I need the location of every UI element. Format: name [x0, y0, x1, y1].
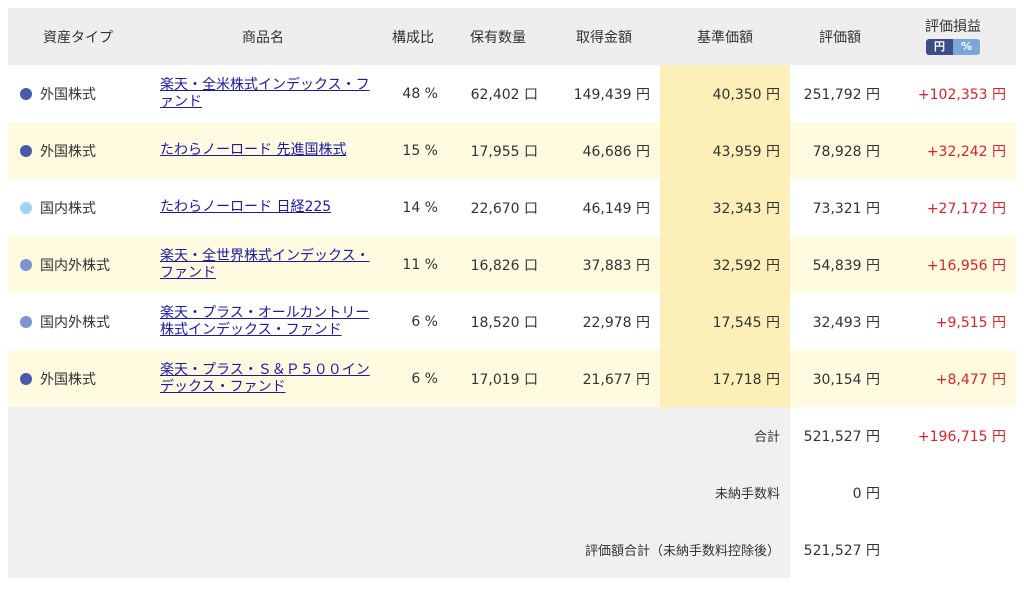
value-cell: 78,928 円 — [790, 122, 890, 179]
asset-type-cell: 国内外株式 — [8, 236, 148, 293]
asset-type-dot-icon — [20, 315, 32, 328]
asset-type-dot-icon — [20, 201, 32, 214]
col-name: 商品名 — [148, 8, 378, 65]
col-value: 評価額 — [790, 8, 890, 65]
toggle-percent-button[interactable]: % — [952, 38, 981, 55]
base-price-cell: 40,350 円 — [660, 65, 790, 122]
cost-cell: 46,149 円 — [548, 179, 660, 236]
base-price-cell: 17,718 円 — [660, 350, 790, 407]
total-pl: +196,715 円 — [890, 407, 1016, 464]
total-label: 合計 — [8, 407, 790, 464]
pl-cell: +9,515 円 — [890, 293, 1016, 350]
asset-type-label: 外国株式 — [40, 86, 96, 103]
asset-type-cell: 外国株式 — [8, 65, 148, 122]
pl-cell: +27,172 円 — [890, 179, 1016, 236]
table-header: 資産タイプ 商品名 構成比 保有数量 取得金額 基準価額 評価額 評価損益 円 … — [8, 8, 1016, 65]
ratio-cell: 11 % — [378, 236, 448, 293]
asset-type-label: 外国株式 — [40, 371, 96, 388]
fund-name-cell: 楽天・全世界株式インデックス・ファンド — [148, 236, 378, 293]
value-cell: 251,792 円 — [790, 65, 890, 122]
fund-name-link[interactable]: たわらノーロード 日経225 — [160, 199, 331, 215]
total-value: 521,527 円 — [790, 407, 890, 464]
table-row: 国内外株式 楽天・全世界株式インデックス・ファンド 11 % 16,826 口 37,8… — [8, 236, 1016, 293]
asset-type-dot-icon — [20, 372, 32, 385]
table-row: 外国株式 たわらノーロード 先進国株式 15 % 17,955 口 46,686 円 43… — [8, 122, 1016, 179]
cost-cell: 149,439 円 — [548, 65, 660, 122]
asset-type-label: 外国株式 — [40, 143, 96, 160]
toggle-yen-button[interactable]: 円 — [925, 38, 953, 55]
unpaid-fee-empty — [890, 464, 1016, 521]
cost-cell: 21,677 円 — [548, 350, 660, 407]
quantity-cell: 22,670 口 — [448, 179, 548, 236]
asset-type-dot-icon — [20, 144, 32, 157]
fund-name-cell: 楽天・全米株式インデックス・ファンド — [148, 65, 378, 122]
table-row: 国内株式 たわらノーロード 日経225 14 % 22,670 口 46,149 円 32… — [8, 179, 1016, 236]
quantity-cell: 18,520 口 — [448, 293, 548, 350]
fund-name-cell: 楽天・プラス・オールカントリー株式インデックス・ファンド — [148, 293, 378, 350]
fund-name-link[interactable]: たわらノーロード 先進国株式 — [160, 142, 346, 158]
holdings-table: 資産タイプ 商品名 構成比 保有数量 取得金額 基準価額 評価額 評価損益 円 … — [8, 8, 1016, 578]
fund-name-link[interactable]: 楽天・全米株式インデックス・ファンド — [160, 77, 370, 110]
fund-name-link[interactable]: 楽天・プラス・Ｓ＆Ｐ５００インデックス・ファンド — [160, 362, 370, 395]
base-price-cell: 17,545 円 — [660, 293, 790, 350]
col-ratio: 構成比 — [378, 8, 448, 65]
fund-name-link[interactable]: 楽天・プラス・オールカントリー株式インデックス・ファンド — [160, 305, 369, 338]
asset-type-cell: 国内外株式 — [8, 293, 148, 350]
cost-cell: 22,978 円 — [548, 293, 660, 350]
value-cell: 54,839 円 — [790, 236, 890, 293]
col-pl: 評価損益 円 % — [890, 8, 1016, 65]
ratio-cell: 6 % — [378, 293, 448, 350]
pl-unit-toggle: 円 % — [925, 38, 981, 55]
holdings-panel: 資産タイプ 商品名 構成比 保有数量 取得金額 基準価額 評価額 評価損益 円 … — [8, 8, 1016, 578]
ratio-cell: 48 % — [378, 65, 448, 122]
quantity-cell: 62,402 口 — [448, 65, 548, 122]
table-row: 国内外株式 楽天・プラス・オールカントリー株式インデックス・ファンド 6 % 18,5… — [8, 293, 1016, 350]
asset-type-cell: 国内株式 — [8, 179, 148, 236]
pl-header-label: 評価損益 — [925, 18, 981, 35]
base-price-cell: 32,592 円 — [660, 236, 790, 293]
ratio-cell: 14 % — [378, 179, 448, 236]
table-row: 外国株式 楽天・プラス・Ｓ＆Ｐ５００インデックス・ファンド 6 % 17,019 口2… — [8, 350, 1016, 407]
fund-name-cell: たわらノーロード 先進国株式 — [148, 122, 378, 179]
base-price-cell: 43,959 円 — [660, 122, 790, 179]
cost-cell: 37,883 円 — [548, 236, 660, 293]
fund-name-link[interactable]: 楽天・全世界株式インデックス・ファンド — [160, 248, 370, 281]
col-quantity: 保有数量 — [448, 8, 548, 65]
quantity-cell: 17,019 口 — [448, 350, 548, 407]
asset-type-dot-icon — [20, 258, 32, 271]
cost-cell: 46,686 円 — [548, 122, 660, 179]
net-total-value: 521,527 円 — [790, 521, 890, 578]
total-row: 合計 521,527 円 +196,715 円 — [8, 407, 1016, 464]
asset-type-label: 国内株式 — [40, 200, 96, 217]
col-base-price: 基準価額 — [660, 8, 790, 65]
unpaid-fee-value: 0 円 — [790, 464, 890, 521]
col-asset-type: 資産タイプ — [8, 8, 148, 65]
net-total-row: 評価額合計（未納手数料控除後） 521,527 円 — [8, 521, 1016, 578]
col-cost: 取得金額 — [548, 8, 660, 65]
ratio-cell: 15 % — [378, 122, 448, 179]
value-cell: 30,154 円 — [790, 350, 890, 407]
pl-cell: +102,353 円 — [890, 65, 1016, 122]
base-price-cell: 32,343 円 — [660, 179, 790, 236]
asset-type-cell: 外国株式 — [8, 122, 148, 179]
fund-name-cell: たわらノーロード 日経225 — [148, 179, 378, 236]
fund-name-cell: 楽天・プラス・Ｓ＆Ｐ５００インデックス・ファンド — [148, 350, 378, 407]
pl-cell: +32,242 円 — [890, 122, 1016, 179]
quantity-cell: 16,826 口 — [448, 236, 548, 293]
ratio-cell: 6 % — [378, 350, 448, 407]
pl-cell: +16,956 円 — [890, 236, 1016, 293]
asset-type-cell: 外国株式 — [8, 350, 148, 407]
value-cell: 32,493 円 — [790, 293, 890, 350]
value-cell: 73,321 円 — [790, 179, 890, 236]
asset-type-dot-icon — [20, 87, 32, 100]
pl-cell: +8,477 円 — [890, 350, 1016, 407]
unpaid-fee-row: 未納手数料 0 円 — [8, 464, 1016, 521]
asset-type-label: 国内外株式 — [40, 257, 110, 274]
net-total-empty — [890, 521, 1016, 578]
table-row: 外国株式 楽天・全米株式インデックス・ファンド 48 % 62,402 口 149,43… — [8, 65, 1016, 122]
asset-type-label: 国内外株式 — [40, 314, 110, 331]
net-total-label: 評価額合計（未納手数料控除後） — [8, 521, 790, 578]
quantity-cell: 17,955 口 — [448, 122, 548, 179]
unpaid-fee-label: 未納手数料 — [8, 464, 790, 521]
